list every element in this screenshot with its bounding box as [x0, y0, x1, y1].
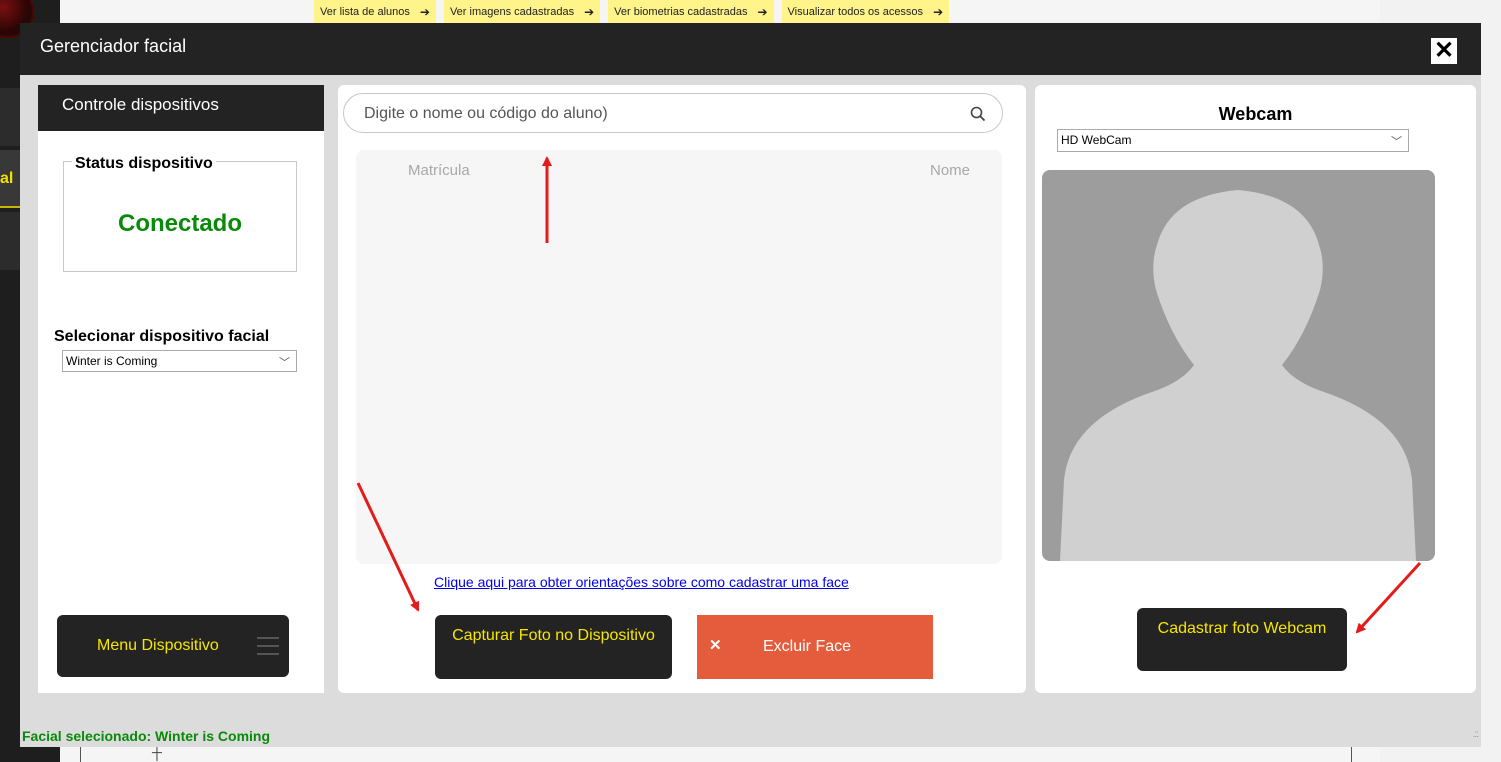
- top-links-bar: Ver lista de alunos ➔ Ver imagens cadastr…: [314, 0, 957, 24]
- select-device-label: Selecionar dispositivo facial: [54, 328, 270, 345]
- device-menu-button[interactable]: Menu Dispositivo: [57, 615, 289, 677]
- search-icon[interactable]: [969, 105, 987, 123]
- register-webcam-photo-button[interactable]: Cadastrar foto Webcam: [1137, 608, 1347, 671]
- student-search-panel: Matrícula Nome Clique aqui para obter or…: [338, 85, 1026, 693]
- capture-photo-button[interactable]: Capturar Foto no Dispositivo: [435, 615, 672, 679]
- chevron-down-icon: ﹀: [279, 357, 290, 369]
- sidebar-item-label: al: [0, 170, 14, 187]
- webcam-select[interactable]: HD WebCam ﹀: [1057, 129, 1409, 152]
- sidebar-item[interactable]: [0, 212, 22, 270]
- status-value: Conectado: [117, 210, 242, 237]
- search-box: [343, 93, 1003, 133]
- device-menu-label: Menu Dispositivo: [97, 637, 219, 654]
- circle-arrow-right-icon: ➔: [419, 5, 430, 19]
- search-input[interactable]: [364, 105, 954, 123]
- close-icon[interactable]: ✕: [1431, 38, 1457, 64]
- facial-manager-dialog: Gerenciador facial ✕ Controle dispositiv…: [20, 23, 1481, 747]
- view-images-link[interactable]: Ver imagens cadastradas ➔: [443, 0, 601, 24]
- chevron-down-icon: ﹀: [1391, 136, 1402, 148]
- close-icon: ✕: [709, 637, 722, 654]
- circle-arrow-right-icon: ➔: [757, 5, 768, 19]
- column-header-nome[interactable]: Nome: [930, 162, 970, 179]
- device-control-header: Controle dispositivos: [38, 85, 324, 131]
- webcam-title: Webcam: [1218, 104, 1293, 124]
- webcam-panel: Webcam HD WebCam ﹀ Cadastrar foto Webcam: [1035, 85, 1476, 693]
- statusbar: Facial selecionado: Winter is Coming .::: [20, 717, 1481, 747]
- circle-arrow-right-icon: ➔: [933, 5, 944, 19]
- view-biometrics-link[interactable]: Ver biometrias cadastradas ➔: [608, 0, 774, 24]
- view-all-accesses-link[interactable]: Visualizar todos os acessos ➔: [781, 0, 950, 24]
- dialog-title: Gerenciador facial: [40, 36, 187, 56]
- avatar-placeholder-icon: [1060, 190, 1416, 561]
- device-select[interactable]: Winter is Coming ﹀: [62, 350, 297, 372]
- webcam-select-value: HD WebCam: [1061, 133, 1132, 147]
- view-students-link[interactable]: Ver lista de alunos ➔: [314, 0, 436, 24]
- delete-face-label: Excluir Face: [763, 638, 852, 655]
- help-link[interactable]: Clique aqui para obter orientações sobre…: [434, 574, 849, 590]
- delete-face-button[interactable]: ✕ Excluir Face: [697, 615, 933, 679]
- photo-preview: [1042, 170, 1435, 561]
- hamburger-icon: [257, 637, 279, 655]
- students-table[interactable]: Matrícula Nome: [356, 150, 1002, 564]
- circle-arrow-right-icon: ➔: [584, 5, 595, 19]
- dialog-titlebar: Gerenciador facial ✕: [20, 23, 1481, 75]
- resize-grip-icon[interactable]: .::: [1473, 729, 1479, 740]
- statusbar-text: Facial selecionado: Winter is Coming: [22, 728, 271, 744]
- sidebar-item-active[interactable]: al: [0, 150, 22, 208]
- status-label: Status dispositivo: [72, 155, 216, 173]
- device-control-panel: Controle dispositivos Status dispositivo…: [38, 85, 324, 693]
- device-select-value: Winter is Coming: [66, 354, 158, 368]
- column-header-matricula[interactable]: Matrícula: [408, 162, 470, 179]
- sidebar-item[interactable]: [0, 88, 22, 146]
